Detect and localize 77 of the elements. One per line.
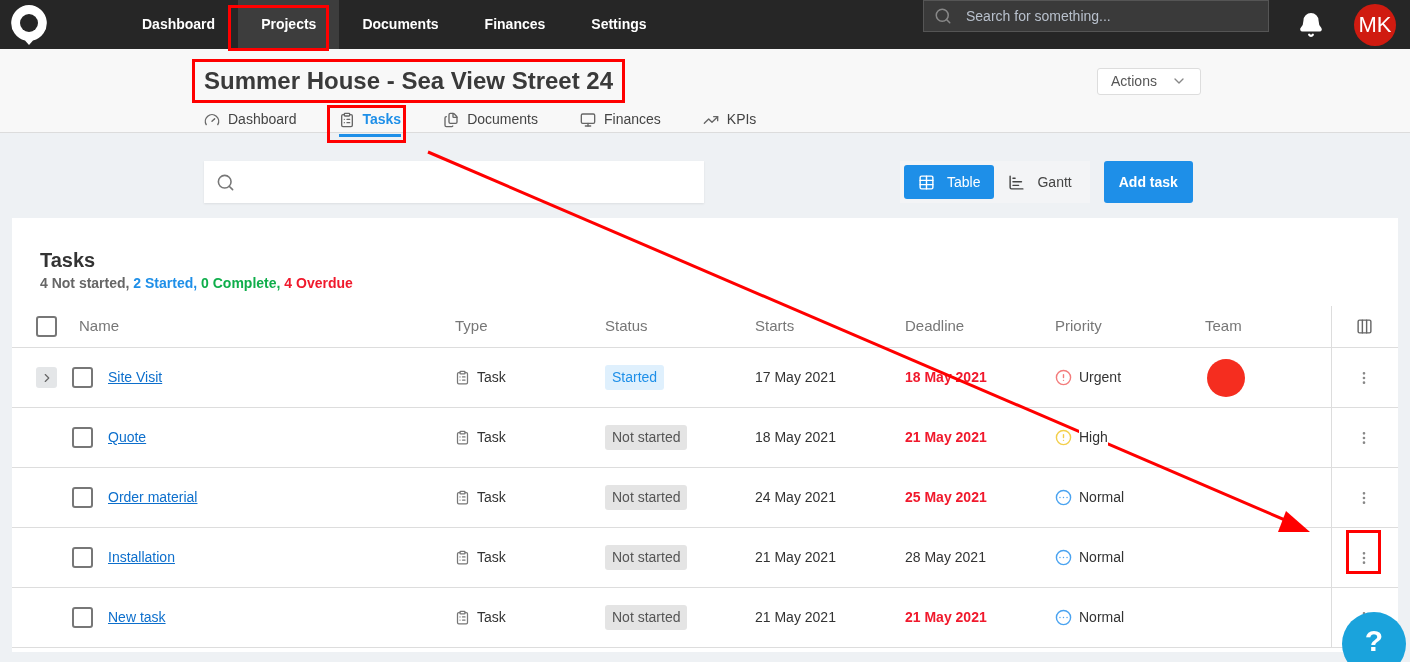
- column-header: Status: [605, 316, 648, 337]
- alert-icon: [1055, 369, 1072, 386]
- type-text: Task: [477, 548, 506, 567]
- documents-icon: [443, 111, 460, 128]
- column-header: Priority: [1055, 316, 1102, 337]
- search-icon: [216, 172, 235, 192]
- clipboard-icon: [455, 490, 470, 505]
- status-badge: Not started: [605, 545, 688, 570]
- bell-icon[interactable]: [1298, 11, 1324, 38]
- task-link[interactable]: Installation: [108, 547, 175, 568]
- status-badge: Not started: [605, 425, 688, 450]
- task-link[interactable]: Quote: [108, 427, 147, 448]
- task-summary: 4 Not started, 2 Started, 0 Complete, 4 Overdue: [40, 274, 354, 293]
- ellipsis-circle-icon: [1055, 609, 1072, 626]
- monitor-icon: [580, 111, 596, 128]
- status-badge: Started: [605, 365, 665, 390]
- task-link[interactable]: Order material: [108, 487, 198, 508]
- actions-dropdown[interactable]: Actions: [1097, 67, 1201, 95]
- nav-item[interactable]: Dashboard: [119, 0, 239, 49]
- nav-item[interactable]: Settings: [568, 0, 670, 49]
- start-date: 21 May 2021: [755, 608, 836, 627]
- deadline-date: 21 May 2021: [905, 608, 987, 627]
- clipboard-icon: [455, 550, 470, 565]
- table-icon: [918, 173, 935, 191]
- column-header: Deadline: [905, 316, 965, 337]
- tasks-title: Tasks: [40, 248, 97, 272]
- checkbox[interactable]: [36, 316, 57, 337]
- sub-tab[interactable]: Dashboard: [204, 109, 297, 137]
- annotation-box: [1346, 530, 1381, 574]
- sub-tab[interactable]: KPIs: [702, 109, 757, 137]
- clipboard-icon: [455, 370, 470, 385]
- checkbox[interactable]: [72, 427, 93, 448]
- avatar[interactable]: MK: [1354, 3, 1396, 46]
- checkbox[interactable]: [72, 487, 93, 508]
- sub-tab[interactable]: Finances: [580, 109, 661, 137]
- bar-chart-icon: [1008, 173, 1026, 191]
- start-date: 17 May 2021: [755, 368, 836, 387]
- start-date: 24 May 2021: [755, 488, 836, 507]
- type-text: Task: [477, 488, 506, 507]
- start-date: 21 May 2021: [755, 548, 836, 567]
- task-link[interactable]: Site Visit: [108, 367, 163, 388]
- search-icon: [934, 7, 952, 25]
- status-badge: Not started: [605, 485, 688, 510]
- column-header: Type: [455, 316, 488, 337]
- deadline-date: 28 May 2021: [905, 548, 986, 567]
- clipboard-icon: [455, 430, 470, 445]
- gauge-icon: [204, 111, 220, 128]
- project-title: Summer House - Sea View Street 24: [204, 66, 614, 96]
- search-field[interactable]: Search for something...: [923, 0, 1269, 32]
- checkbox[interactable]: [72, 607, 93, 628]
- column-header: Team: [1205, 316, 1242, 337]
- deadline-date: 21 May 2021: [905, 428, 987, 447]
- type-text: Task: [477, 428, 506, 447]
- view-toggle[interactable]: Gantt: [994, 165, 1086, 199]
- nav-item[interactable]: Documents: [339, 0, 462, 49]
- columns-icon[interactable]: [1355, 318, 1373, 335]
- clipboard-icon: [455, 610, 470, 625]
- task-search-field[interactable]: [204, 161, 704, 203]
- alert-icon: [1055, 429, 1072, 446]
- ellipsis-circle-icon: [1055, 489, 1072, 506]
- expand-button[interactable]: [36, 367, 57, 388]
- checkbox[interactable]: [72, 367, 93, 388]
- nav-item[interactable]: Finances: [461, 0, 569, 49]
- start-date: 18 May 2021: [755, 428, 836, 447]
- type-text: Task: [477, 368, 506, 387]
- task-link[interactable]: New task: [108, 607, 166, 628]
- sub-tab[interactable]: Documents: [443, 109, 538, 137]
- priority-text: High: [1079, 427, 1108, 448]
- checkbox[interactable]: [72, 547, 93, 568]
- status-badge: Not started: [605, 605, 688, 630]
- clipboard-icon: [338, 111, 355, 128]
- column-header: Name: [79, 316, 119, 337]
- logo-icon: [11, 4, 47, 45]
- deadline-date: 25 May 2021: [905, 488, 987, 507]
- type-text: Task: [477, 608, 506, 627]
- ellipsis-circle-icon: [1055, 549, 1072, 566]
- column-header: Starts: [755, 316, 795, 337]
